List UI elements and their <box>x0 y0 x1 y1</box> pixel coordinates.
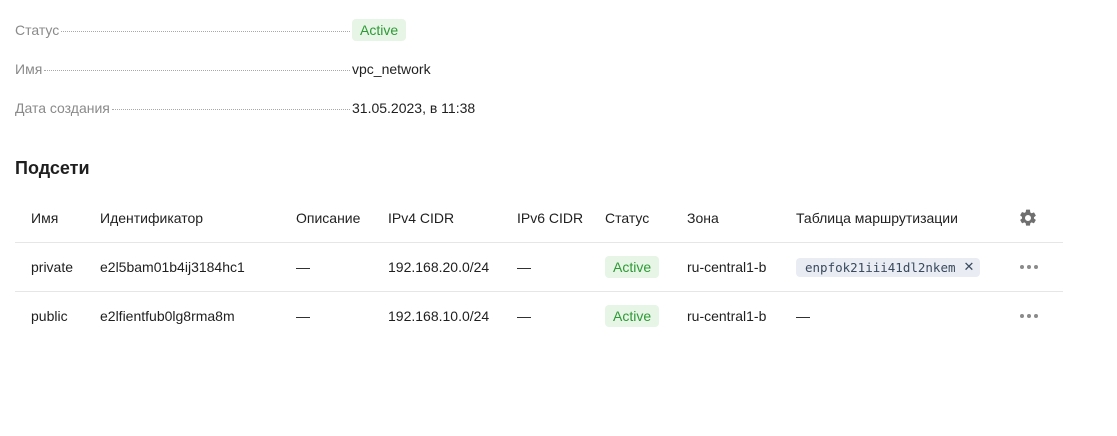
gear-icon[interactable] <box>1018 208 1038 228</box>
network-properties: Статус Active Имя vpc_network Дата созда… <box>15 10 615 127</box>
subnet-zone: ru-central1-b <box>687 308 767 324</box>
created-property: Дата создания 31.05.2023, в 11:38 <box>15 88 615 127</box>
status-badge: Active <box>605 256 660 278</box>
dotted-leader <box>61 30 350 32</box>
subnet-ipv6: — <box>517 308 531 324</box>
name-value: vpc_network <box>352 60 431 77</box>
column-header-ipv6[interactable]: IPv6 CIDR <box>517 194 583 242</box>
status-property: Статус Active <box>15 10 615 49</box>
status-badge: Active <box>352 18 407 41</box>
table-row[interactable]: private e2l5bam01b4ij3184hc1 — 192.168.2… <box>15 242 1063 291</box>
subnet-ipv4: 192.168.20.0/24 <box>388 259 490 275</box>
subnet-ipv4: 192.168.10.0/24 <box>388 308 490 324</box>
route-table-id[interactable]: enpfok21iii41dl2nkem <box>805 260 956 275</box>
dotted-leader <box>44 69 350 71</box>
dotted-leader <box>111 108 350 110</box>
subnets-table: Имя Идентификатор Описание IPv4 CIDR IPv… <box>15 194 1063 340</box>
name-property: Имя vpc_network <box>15 49 615 88</box>
subnet-zone: ru-central1-b <box>687 259 767 275</box>
created-value: 31.05.2023, в 11:38 <box>352 99 476 116</box>
column-header-name[interactable]: Имя <box>31 194 58 242</box>
column-header-zone[interactable]: Зона <box>687 194 719 242</box>
subnets-title: Подсети <box>15 158 90 178</box>
subnet-description: — <box>296 308 310 324</box>
more-actions-icon[interactable] <box>1018 310 1040 322</box>
table-row[interactable]: public e2lfientfub0lg8rma8m — 192.168.10… <box>15 291 1063 340</box>
column-header-route-table[interactable]: Таблица маршрутизации <box>796 194 958 242</box>
route-table-empty: — <box>796 308 810 324</box>
column-header-id[interactable]: Идентификатор <box>100 194 203 242</box>
more-actions-icon[interactable] <box>1018 261 1040 273</box>
route-table-chip[interactable]: enpfok21iii41dl2nkem ✕ <box>796 257 981 277</box>
column-header-description[interactable]: Описание <box>296 194 360 242</box>
subnet-id[interactable]: e2lfientfub0lg8rma8m <box>100 292 235 340</box>
subnet-description: — <box>296 259 310 275</box>
close-icon[interactable]: ✕ <box>964 260 975 275</box>
status-badge: Active <box>605 305 660 327</box>
subnet-id[interactable]: e2l5bam01b4ij3184hc1 <box>100 243 245 291</box>
subnet-name[interactable]: public <box>31 292 68 340</box>
created-label: Дата создания <box>15 99 110 116</box>
status-label: Статус <box>15 21 60 38</box>
name-label: Имя <box>15 60 43 77</box>
column-header-status[interactable]: Статус <box>605 194 649 242</box>
subnet-name[interactable]: private <box>31 243 73 291</box>
table-header: Имя Идентификатор Описание IPv4 CIDR IPv… <box>15 194 1063 242</box>
subnet-ipv6: — <box>517 259 531 275</box>
column-header-ipv4[interactable]: IPv4 CIDR <box>388 194 454 242</box>
